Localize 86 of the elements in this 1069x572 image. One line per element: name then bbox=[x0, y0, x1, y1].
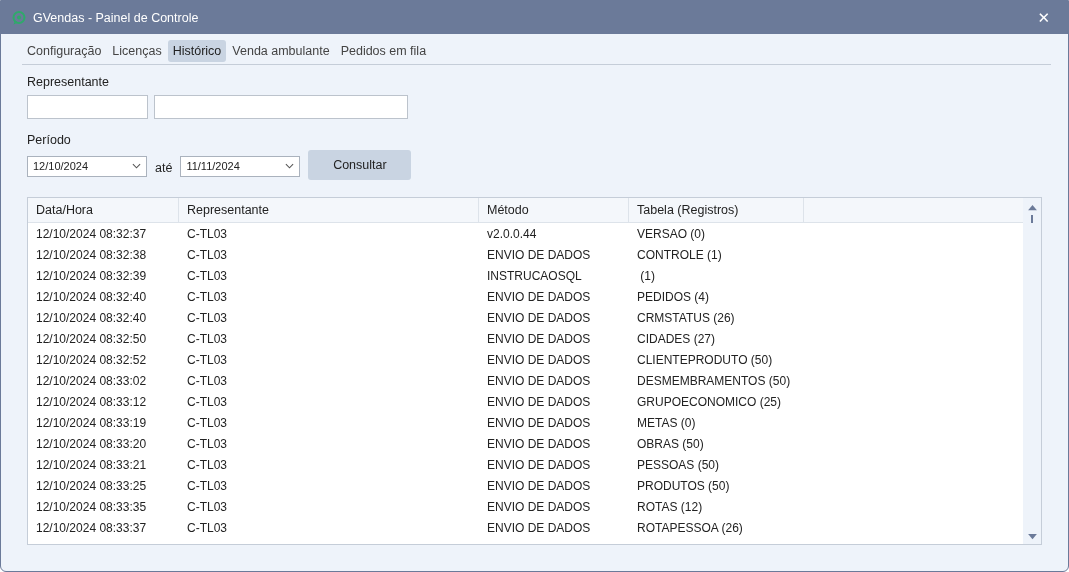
table-cell-text: ENVIO DE DADOS bbox=[486, 499, 592, 514]
table-cell-text: 12/10/2024 08:33:35 bbox=[35, 499, 148, 514]
table-cell-text: VERSAO (0) bbox=[636, 226, 706, 241]
column-header[interactable]: Tabela (Registros) bbox=[629, 198, 804, 222]
table-cell-text: C-TL03 bbox=[186, 520, 228, 535]
tab[interactable]: Licenças bbox=[107, 40, 167, 62]
table-cell-text: C-TL03 bbox=[186, 394, 228, 409]
table-cell-text: 12/10/2024 08:33:19 bbox=[35, 415, 148, 430]
table-cell-text: ENVIO DE DADOS bbox=[486, 331, 592, 346]
table-cell-text: ENVIO DE DADOS bbox=[486, 310, 592, 325]
table-cell-text: PEDIDOS (4) bbox=[636, 289, 710, 304]
table-cell-text: C-TL03 bbox=[186, 352, 228, 367]
table-cell-text: 12/10/2024 08:32:37 bbox=[35, 226, 148, 241]
table-cell-text: C-TL03 bbox=[186, 436, 228, 451]
table-cell-text: 12/10/2024 08:32:39 bbox=[35, 268, 148, 283]
table-cell-text: (1) bbox=[639, 268, 656, 283]
table-cell-text: C-TL03 bbox=[186, 478, 228, 493]
table-cell-text: v2.0.0.44 bbox=[486, 226, 538, 241]
table-cell-text: CRMSTATUS (26) bbox=[636, 310, 736, 325]
table-cell-text: ENVIO DE DADOS bbox=[486, 394, 592, 409]
table-cell-text: DESMEMBRAMENTOS (50) bbox=[636, 373, 792, 388]
table-cell-text: C-TL03 bbox=[186, 457, 228, 472]
table-cell-text: ENVIO DE DADOS bbox=[486, 352, 592, 367]
table-cell-text: 12/10/2024 08:33:21 bbox=[35, 457, 148, 472]
table-cell-text: ENVIO DE DADOS bbox=[486, 415, 592, 430]
table-cell-text: ENVIO DE DADOS bbox=[486, 478, 592, 493]
table-cell-text: METAS (0) bbox=[636, 415, 697, 430]
field-label: Período bbox=[27, 133, 72, 147]
table-cell-text: CLIENTEPRODUTO (50) bbox=[636, 352, 774, 367]
table-cell-text: ENVIO DE DADOS bbox=[486, 520, 592, 535]
scroll-down-icon[interactable] bbox=[1027, 533, 1037, 540]
table-cell-text: 12/10/2024 08:33:12 bbox=[35, 394, 148, 409]
tab[interactable]: Venda ambulante bbox=[227, 40, 335, 62]
close-button[interactable]: ✕ bbox=[1029, 6, 1058, 29]
table-cell-text: OBRAS (50) bbox=[636, 436, 705, 451]
tab[interactable]: Configuração bbox=[22, 40, 107, 62]
chevron-down-icon bbox=[132, 163, 141, 169]
table-cell-text: 12/10/2024 08:33:02 bbox=[35, 373, 148, 388]
table-cell-text: 12/10/2024 08:33:37 bbox=[35, 520, 148, 535]
field-label: Representante bbox=[27, 75, 110, 89]
chevron-down-icon bbox=[285, 163, 295, 169]
table-cell-text: PESSOAS (50) bbox=[636, 457, 721, 472]
scrollbar[interactable] bbox=[1023, 198, 1041, 544]
table-cell-text: ENVIO DE DADOS bbox=[486, 247, 592, 262]
range-separator: até bbox=[154, 160, 174, 175]
table-cell-text: C-TL03 bbox=[186, 226, 228, 241]
table-cell-text: CONTROLE (1) bbox=[636, 247, 723, 262]
table-cell-text: C-TL03 bbox=[186, 247, 228, 262]
table-cell-text: 12/10/2024 08:32:40 bbox=[35, 289, 148, 304]
window-title: GVendas - Painel de Controle bbox=[33, 10, 199, 25]
table-cell-text: ENVIO DE DADOS bbox=[486, 289, 592, 304]
table-cell-text: 12/10/2024 08:32:52 bbox=[35, 352, 148, 367]
query-button[interactable]: Consultar bbox=[308, 150, 412, 180]
table-cell-text: INSTRUCAOSQL bbox=[486, 268, 583, 283]
table-cell-text: 12/10/2024 08:32:38 bbox=[35, 247, 148, 262]
table-cell-text: C-TL03 bbox=[186, 331, 228, 346]
table-cell-text: PRODUTOS (50) bbox=[636, 478, 731, 493]
table-cell-text: C-TL03 bbox=[186, 268, 228, 283]
column-header[interactable]: Método bbox=[479, 198, 629, 222]
table-cell-text: ENVIO DE DADOS bbox=[486, 457, 592, 472]
scroll-thumb[interactable] bbox=[1031, 215, 1033, 223]
column-header[interactable]: Data/Hora bbox=[28, 198, 179, 222]
table-cell-text: 12/10/2024 08:32:50 bbox=[35, 331, 148, 346]
name-input-field[interactable] bbox=[154, 95, 408, 119]
table-cell-text: C-TL03 bbox=[186, 499, 228, 514]
tab[interactable]: Histórico bbox=[167, 40, 227, 62]
date-dropdown[interactable]: 12/10/2024 bbox=[27, 155, 147, 177]
date-dropdown[interactable]: 11/11/2024 bbox=[180, 155, 301, 177]
table-cell-text: ENVIO DE DADOS bbox=[486, 373, 592, 388]
table-cell-text: ENVIO DE DADOS bbox=[486, 436, 592, 451]
table-cell-text: C-TL03 bbox=[186, 310, 228, 325]
table-cell-text: C-TL03 bbox=[186, 289, 228, 304]
column-header[interactable]: Representante bbox=[179, 198, 479, 222]
tab[interactable]: Pedidos em fila bbox=[335, 40, 432, 62]
code-input-field[interactable] bbox=[27, 95, 148, 119]
scroll-up-icon[interactable] bbox=[1027, 204, 1037, 211]
table-cell-text: 12/10/2024 08:33:25 bbox=[35, 478, 148, 493]
table-cell-text: 12/10/2024 08:32:40 bbox=[35, 310, 148, 325]
table-cell-text: C-TL03 bbox=[186, 373, 228, 388]
table-cell-text: ROTAS (12) bbox=[636, 499, 704, 514]
table-cell-text: GRUPOECONOMICO (25) bbox=[636, 394, 782, 409]
table-cell-text: CIDADES (27) bbox=[636, 331, 717, 346]
app-logo-icon bbox=[11, 9, 27, 26]
table-cell-text: ROTAPESSOA (26) bbox=[636, 520, 744, 535]
table-cell-text: C-TL03 bbox=[186, 415, 228, 430]
table-cell-text: 12/10/2024 08:33:20 bbox=[35, 436, 148, 451]
